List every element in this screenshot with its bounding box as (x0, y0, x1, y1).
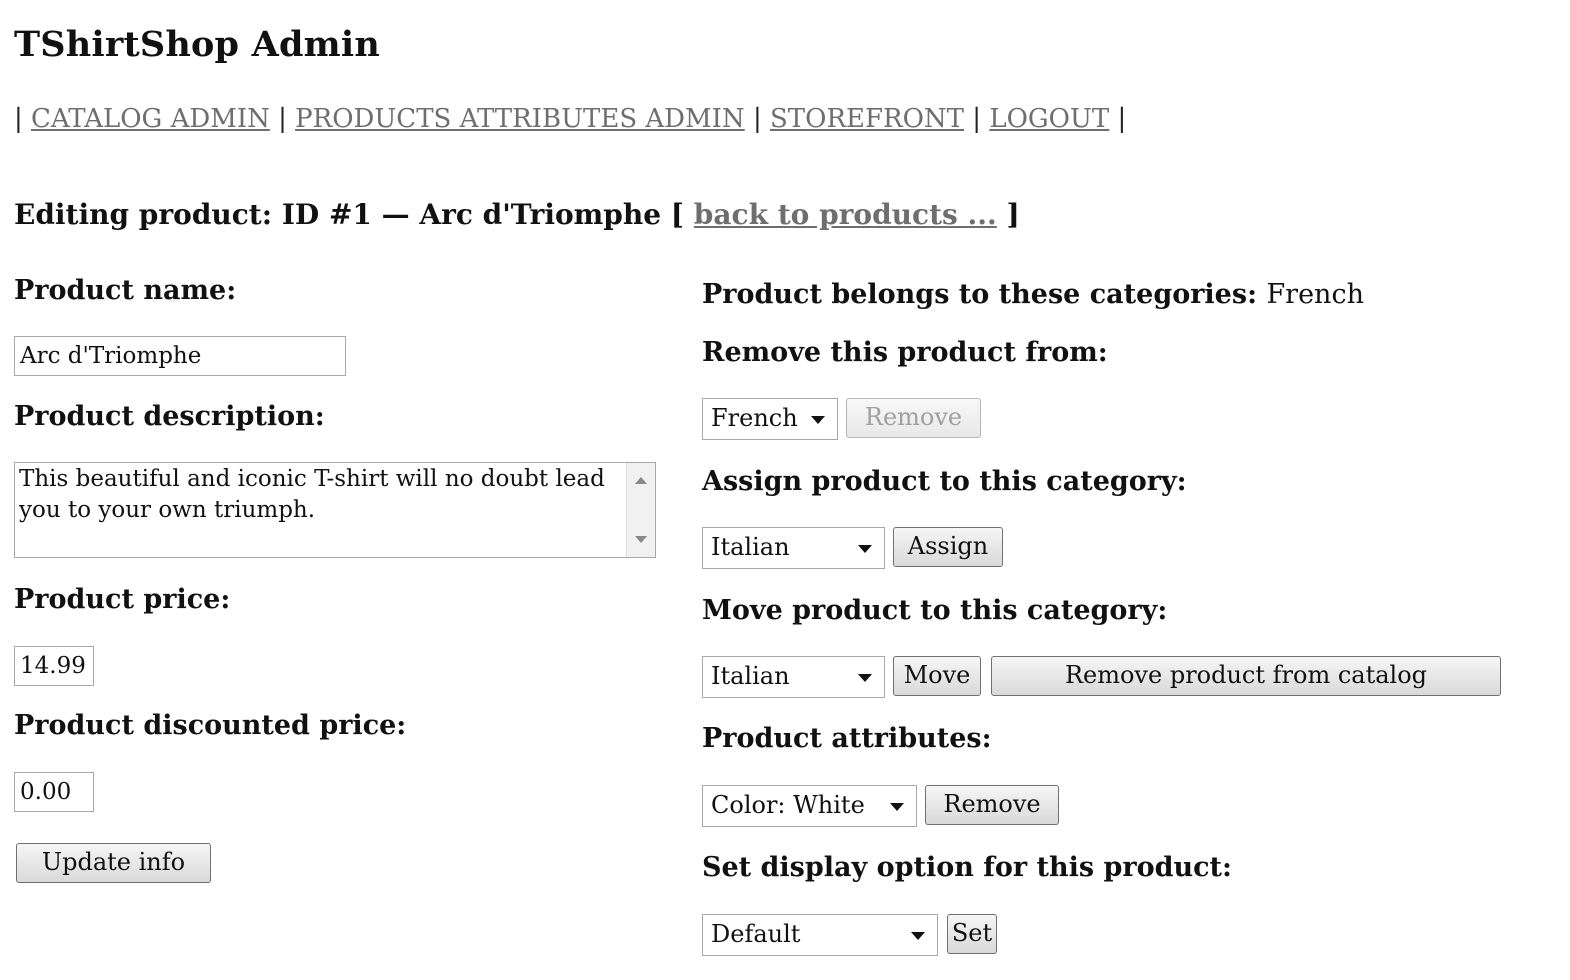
nav-link-storefront[interactable]: STOREFRONT (770, 104, 964, 134)
categories-label: Product belongs to these categories: Fre… (702, 279, 1364, 310)
assign-category-select[interactable]: Italian (702, 527, 885, 569)
admin-nav: | CATALOG ADMIN | PRODUCTS ATTRIBUTES AD… (14, 104, 1126, 134)
product-description-text: This beautiful and iconic T-shirt will n… (19, 466, 605, 523)
product-price-input[interactable]: 14.99 (14, 646, 94, 686)
nav-link-products-attributes-admin[interactable]: PRODUCTS ATTRIBUTES ADMIN (295, 104, 745, 134)
update-info-button[interactable]: Update info (16, 843, 211, 883)
product-description-textarea[interactable]: This beautiful and iconic T-shirt will n… (14, 462, 656, 558)
remove-from-label: Remove this product from: (702, 337, 1108, 368)
dropdown-arrow-icon (911, 932, 925, 940)
assign-button[interactable]: Assign (893, 527, 1003, 567)
app-title: TShirtShop Admin (14, 24, 381, 65)
nav-separator: | (1117, 104, 1127, 134)
categories-label-text: Product belongs to these categories: (702, 279, 1258, 310)
dropdown-arrow-icon (858, 674, 872, 682)
product-attributes-select-value: Color: White (711, 791, 865, 819)
display-option-select-value: Default (711, 920, 801, 948)
display-option-select[interactable]: Default (702, 914, 938, 956)
nav-separator: | (752, 104, 762, 134)
remove-from-catalog-button[interactable]: Remove product from catalog (991, 656, 1501, 696)
remove-attribute-button[interactable]: Remove (925, 785, 1059, 825)
product-name-label: Product name: (14, 275, 237, 306)
nav-separator: | (14, 104, 23, 134)
page-heading-close: ] (1006, 198, 1020, 231)
move-button[interactable]: Move (893, 656, 981, 696)
page-heading: Editing product: ID #1 — Arc d'Triomphe … (14, 198, 1020, 231)
dropdown-arrow-icon (890, 803, 904, 811)
set-display-button[interactable]: Set (947, 914, 997, 954)
scroll-down-icon[interactable] (635, 536, 647, 543)
textarea-scrollbar[interactable] (626, 463, 655, 557)
assign-category-select-value: Italian (711, 533, 790, 561)
remove-from-select-value: French (711, 404, 798, 432)
categories-value: French (1266, 279, 1364, 310)
page-heading-text: Editing product: ID #1 — Arc d'Triomphe … (14, 198, 685, 231)
nav-link-catalog-admin[interactable]: CATALOG ADMIN (31, 104, 270, 134)
dropdown-arrow-icon (858, 545, 872, 553)
product-attributes-label: Product attributes: (702, 723, 992, 754)
assign-category-label: Assign product to this category: (702, 466, 1187, 497)
move-category-select[interactable]: Italian (702, 656, 885, 698)
nav-link-logout[interactable]: LOGOUT (989, 104, 1109, 134)
nav-separator: | (278, 104, 287, 134)
move-category-select-value: Italian (711, 662, 790, 690)
remove-from-select[interactable]: French (702, 398, 838, 440)
move-category-label: Move product to this category: (702, 595, 1168, 626)
product-attributes-select[interactable]: Color: White (702, 785, 917, 827)
product-discounted-price-label: Product discounted price: (14, 710, 407, 741)
product-discounted-price-input[interactable]: 0.00 (14, 772, 94, 812)
dropdown-arrow-icon (811, 416, 825, 424)
display-option-label: Set display option for this product: (702, 852, 1232, 883)
product-name-input[interactable]: Arc d'Triomphe (14, 336, 346, 376)
nav-separator: | (972, 104, 982, 134)
back-to-products-link[interactable]: back to products ... (694, 198, 997, 231)
product-price-label: Product price: (14, 584, 231, 615)
remove-category-button[interactable]: Remove (846, 398, 981, 438)
product-description-label: Product description: (14, 401, 325, 432)
scroll-up-icon[interactable] (635, 477, 647, 484)
